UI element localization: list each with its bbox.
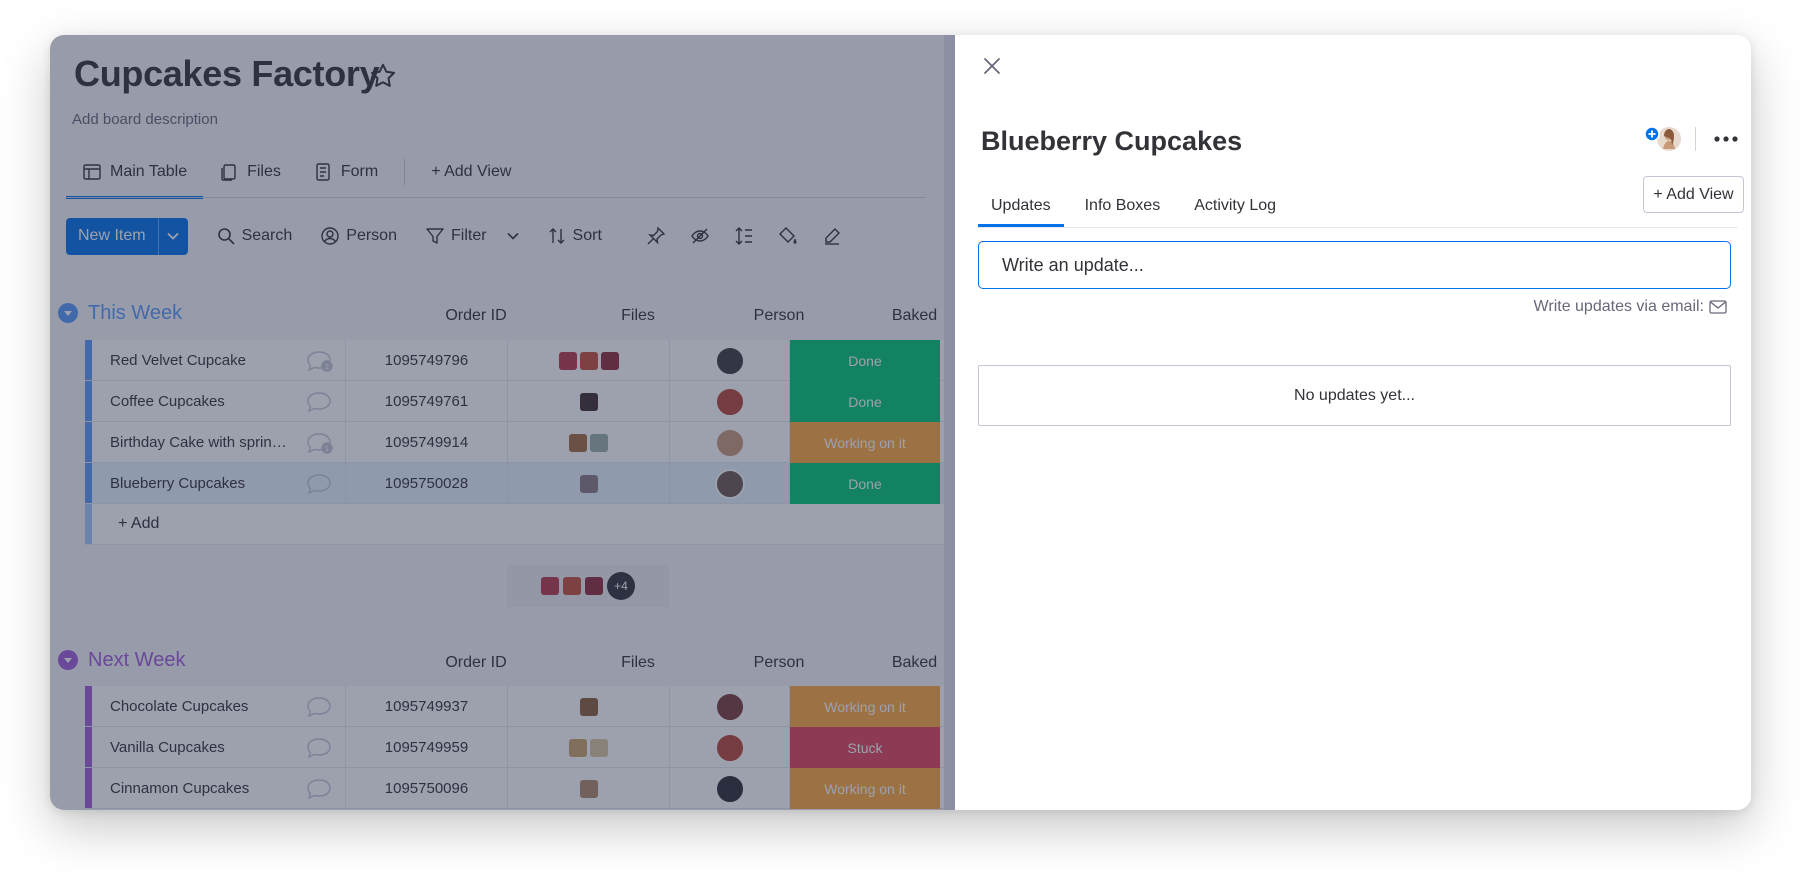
email-updates-link[interactable]: Write updates via email: — [1534, 298, 1727, 316]
close-icon[interactable] — [981, 55, 1003, 77]
board: Cupcakes Factory Add board description M… — [50, 35, 944, 810]
scrollbar[interactable] — [944, 35, 955, 810]
panel-divider — [1695, 127, 1696, 151]
tab-info-boxes[interactable]: Info Boxes — [1072, 185, 1174, 227]
panel-add-view-button[interactable]: + Add View — [1643, 176, 1744, 213]
item-panel: Blueberry Cupcakes Updates Info Boxes Ac… — [955, 35, 1751, 810]
panel-tabs: Updates Info Boxes Activity Log — [978, 185, 1297, 227]
item-title[interactable]: Blueberry Cupcakes — [981, 126, 1242, 157]
more-options-icon[interactable] — [1713, 129, 1739, 149]
tab-updates[interactable]: Updates — [978, 185, 1064, 227]
mail-icon[interactable] — [1709, 300, 1727, 314]
panel-tabs-underline — [978, 227, 1738, 228]
update-input[interactable]: Write an update... — [978, 241, 1731, 289]
app-window: Cupcakes Factory Add board description M… — [50, 35, 1751, 810]
tab-activity-log[interactable]: Activity Log — [1181, 185, 1289, 227]
subscribers-avatars[interactable] — [1643, 124, 1685, 154]
modal-backdrop[interactable] — [50, 35, 944, 810]
empty-updates-state: No updates yet... — [978, 365, 1731, 426]
email-hint-label: Write updates via email: — [1533, 298, 1704, 315]
